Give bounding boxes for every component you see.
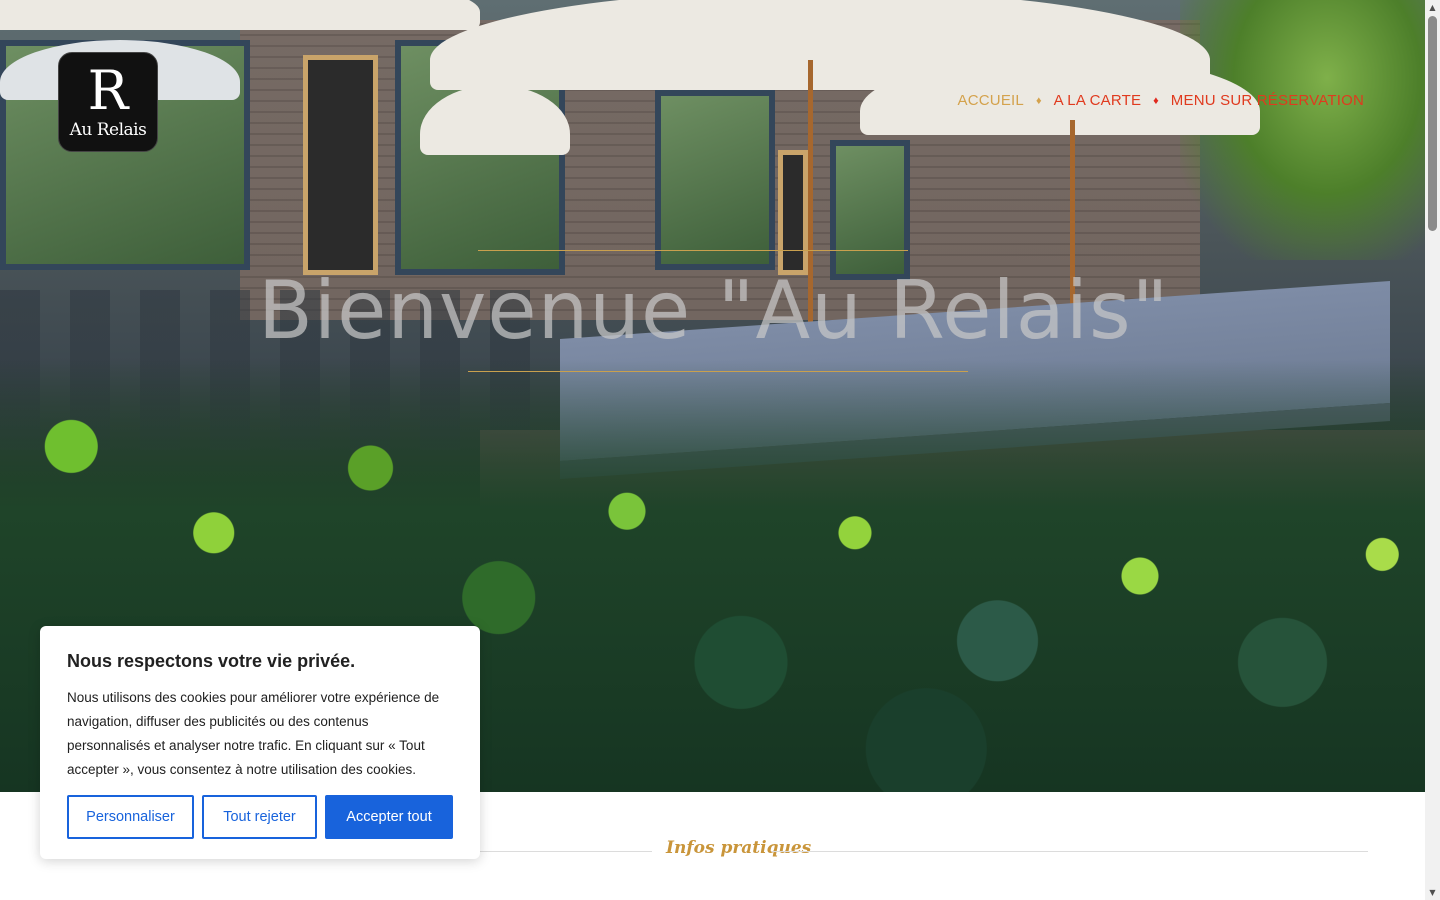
page-scrollbar[interactable]: ▲ ▼: [1425, 0, 1440, 900]
scroll-down-arrow-icon[interactable]: ▼: [1428, 888, 1437, 897]
accept-all-button[interactable]: Accepter tout: [325, 795, 453, 839]
parasol: [0, 0, 480, 30]
scroll-up-arrow-icon[interactable]: ▲: [1428, 3, 1437, 12]
nav-item-accueil[interactable]: ACCUEIL: [958, 92, 1024, 109]
diamond-separator-icon: ♦: [1035, 94, 1042, 107]
parasol: [430, 0, 1210, 90]
diamond-separator-icon: ♦: [1153, 94, 1159, 107]
nav-item-menu-sur-reservation[interactable]: MENU SUR RÉSERVATION: [1171, 92, 1364, 109]
divider: [480, 851, 652, 852]
cookie-consent-banner: Nous respectons votre vie privée. Nous u…: [40, 626, 480, 859]
section-title: Infos pratiques: [666, 838, 812, 858]
divider: [772, 851, 1368, 852]
hero-title: Bienvenue "Au Relais": [258, 264, 1170, 357]
scrollbar-thumb[interactable]: [1428, 16, 1437, 231]
site-logo[interactable]: R Au Relais: [58, 52, 158, 152]
hero-title-rule-bottom: [468, 371, 968, 372]
cookie-banner-text: Nous utilisons des cookies pour améliore…: [67, 690, 440, 777]
nav-item-a-la-carte[interactable]: A LA CARTE: [1054, 92, 1142, 109]
cookie-banner-actions: Personnaliser Tout rejeter Accepter tout: [67, 795, 453, 839]
logo-letter: R: [87, 59, 129, 122]
customize-button[interactable]: Personnaliser: [67, 795, 194, 839]
logo-name: Au Relais: [69, 120, 147, 140]
chalkboard-menu: [303, 55, 378, 275]
cookie-banner-title: Nous respectons votre vie privée.: [67, 651, 356, 671]
window: [655, 90, 775, 270]
reject-all-button[interactable]: Tout rejeter: [202, 795, 317, 839]
main-navigation: ACCUEIL ♦ A LA CARTE ♦ MENU SUR RÉSERVAT…: [958, 92, 1364, 109]
hero-title-block: Bienvenue "Au Relais": [258, 250, 1168, 372]
infos-pratiques-header: Infos pratiques: [480, 836, 1368, 866]
